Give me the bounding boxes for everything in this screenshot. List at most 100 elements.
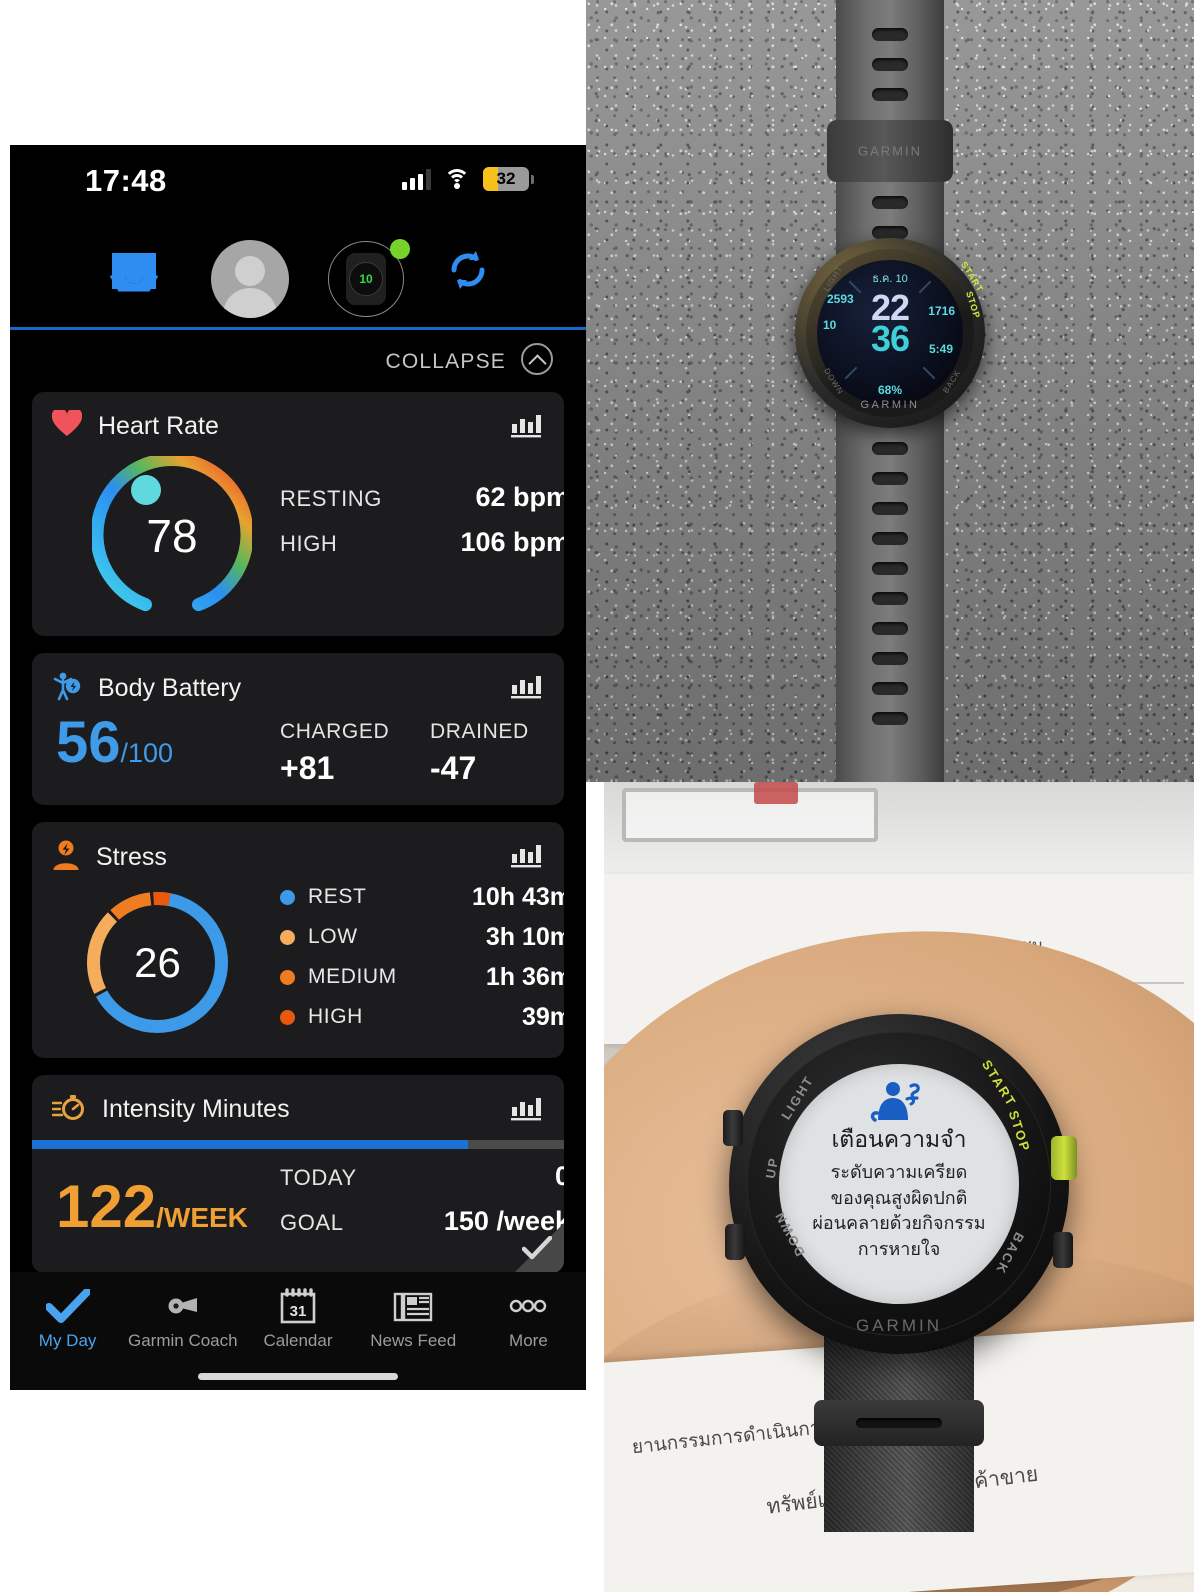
chevron-up-icon[interactable] [521, 343, 553, 375]
garmin-watch-wrist: เตือนความจำ ระดับความเครียด ของคุณสูงผิด… [723, 1014, 1077, 1354]
watch-face-calories: 1716 [928, 304, 955, 318]
calendar-icon: 31 [278, 1285, 318, 1327]
watch-face-sunset: 5:49 [928, 342, 953, 356]
watch-alert-screen: เตือนความจำ ระดับความเครียด ของคุณสูงผิด… [779, 1064, 1019, 1304]
metric-cards: Heart Rate 78 RESTING 62 bpm HIGH 106 bp… [10, 392, 586, 1273]
intensity-minutes-card[interactable]: Intensity Minutes 122 /WEEK TODAY 0 GOAL… [32, 1075, 564, 1273]
status-bar-clock: 17:48 [85, 163, 167, 198]
alert-title: เตือนความจำ [831, 1126, 967, 1152]
body-battery-icon [52, 671, 82, 706]
watch-brand-label: GARMIN [856, 1316, 942, 1335]
tab-label: Garmin Coach [128, 1331, 238, 1350]
legend-label: MEDIUM [308, 965, 397, 988]
legend-label: LOW [308, 925, 358, 948]
checkmark-icon [45, 1285, 90, 1327]
alert-body-line: ของคุณสูงผิดปกติ [830, 1187, 968, 1208]
bar-chart-icon[interactable] [510, 1095, 542, 1126]
legend-row: MEDIUM 1h 36m [280, 961, 564, 993]
collapse-bar[interactable]: COLLAPSE [10, 330, 586, 392]
tab-label: My Day [38, 1331, 97, 1350]
row-label: TODAY [280, 1165, 357, 1190]
intensity-progress-bar [32, 1140, 564, 1149]
intensity-value-group: 122 /WEEK [56, 1177, 248, 1237]
alert-body-line: การหายใจ [857, 1238, 941, 1259]
device-watch-value: 10 [359, 272, 373, 286]
stress-donut-chart: 26 [80, 885, 235, 1040]
row-value: 62 bpm [475, 482, 564, 512]
stress-card[interactable]: Stress 26 REST 10h 43m LOW 3h 10m MEDIUM… [32, 822, 564, 1058]
tab-my-day[interactable]: My Day [10, 1272, 125, 1390]
newspaper-icon [392, 1285, 434, 1327]
tab-label: News Feed [370, 1331, 457, 1350]
stress-icon [52, 840, 80, 875]
body-battery-card[interactable]: Body Battery 56 /100 CHARGED +81 DRAINED… [32, 653, 564, 805]
down-button [725, 1224, 745, 1260]
legend-dot-rest [280, 889, 295, 905]
status-bar: 17:48 32 [10, 145, 586, 215]
battery-level-label: 32 [496, 169, 516, 188]
legend-dot-high [280, 1009, 295, 1025]
heart-icon [51, 407, 83, 442]
column-label: DRAINED [430, 720, 529, 743]
inbox-icon[interactable] [108, 247, 160, 298]
alert-body-line: ระดับความเครียด [830, 1162, 968, 1182]
tab-label: More [509, 1331, 548, 1350]
bar-chart-icon[interactable] [510, 412, 542, 443]
device-connected-indicator [390, 239, 410, 259]
bar-chart-icon[interactable] [510, 842, 542, 873]
legend-dot-low [280, 929, 295, 945]
heart-rate-gauge: 78 [90, 452, 254, 616]
body-battery-value: 56 [56, 710, 121, 775]
sync-icon[interactable] [442, 247, 494, 298]
card-title: Intensity Minutes [102, 1095, 290, 1123]
stopwatch-icon [51, 1093, 86, 1126]
battery-icon: 32 [483, 167, 529, 191]
heart-rate-card[interactable]: Heart Rate 78 RESTING 62 bpm HIGH 106 bp… [32, 392, 564, 636]
intensity-denominator: /WEEK [156, 1202, 248, 1233]
stress-score: 26 [134, 938, 181, 986]
legend-row: HIGH 39m [280, 1001, 564, 1033]
legend-label: REST [308, 885, 367, 908]
row-label: GOAL [280, 1210, 344, 1235]
column-value: -47 [430, 750, 477, 786]
avatar[interactable] [211, 240, 289, 318]
legend-label: HIGH [308, 1005, 363, 1028]
alert-body-line: ผ่อนคลายด้วยกิจกรรม [812, 1213, 986, 1234]
intensity-today-row: TODAY 0 [280, 1161, 564, 1192]
garmin-connect-app-panel: 17:48 32 10 COLLAPSE Heart Rate 78 RESTI… [10, 145, 586, 1390]
tab-more[interactable]: More [471, 1272, 586, 1390]
row-value: 106 bpm [460, 527, 564, 557]
column-value: +81 [280, 750, 335, 786]
legend-row: LOW 3h 10m [280, 921, 564, 953]
alert-body: ระดับความเครียด ของคุณสูงผิดปกติ ผ่อนคลา… [779, 1160, 1019, 1262]
card-title: Stress [96, 843, 167, 871]
bottom-tab-bar: My Day Garmin Coach 31 Calendar News Fee… [10, 1272, 586, 1390]
garmin-watch-top: ธ.ค. 10 22 36 2593 1716 10 5:49 68% GARM… [795, 238, 985, 428]
tab-label: Calendar [263, 1331, 333, 1350]
legend-row: REST 10h 43m [280, 881, 564, 913]
legend-value: 3h 10m [485, 922, 564, 951]
app-toolbar: 10 [10, 215, 586, 330]
start-stop-button [1051, 1136, 1077, 1180]
more-dots-icon [506, 1285, 550, 1327]
stress-legend: REST 10h 43m LOW 3h 10m MEDIUM 1h 36m HI… [280, 881, 564, 1041]
screenshot-root: 17:48 32 10 COLLAPSE Heart Rate 78 RESTI… [0, 0, 1194, 1592]
strap-brand-label: GARMIN [858, 143, 922, 159]
body-battery-drained: DRAINED -47 [430, 720, 529, 787]
photo-watch-on-wrist: รายงานการประชุม ยานกรรมการดำเนินการ ทรัพ… [604, 782, 1194, 1592]
heart-rate-high-row: HIGH 106 bpm [280, 527, 564, 558]
watch-brand-label: GARMIN [860, 399, 920, 411]
row-label: HIGH [280, 531, 338, 556]
watch-face-battery: 68% [877, 383, 903, 397]
legend-dot-medium [280, 969, 295, 985]
whistle-icon [161, 1285, 205, 1327]
heart-rate-value: 78 [146, 510, 198, 562]
light-button [723, 1110, 743, 1146]
watch-face-steps: 2593 [827, 292, 854, 306]
heart-rate-resting-row: RESTING 62 bpm [280, 482, 564, 513]
watch-strap-upper: GARMIN [827, 0, 953, 260]
watch-face-left-metric: 10 [823, 318, 837, 332]
row-label: RESTING [280, 486, 382, 511]
bar-chart-icon[interactable] [510, 673, 542, 704]
svg-text:31: 31 [290, 1303, 307, 1320]
